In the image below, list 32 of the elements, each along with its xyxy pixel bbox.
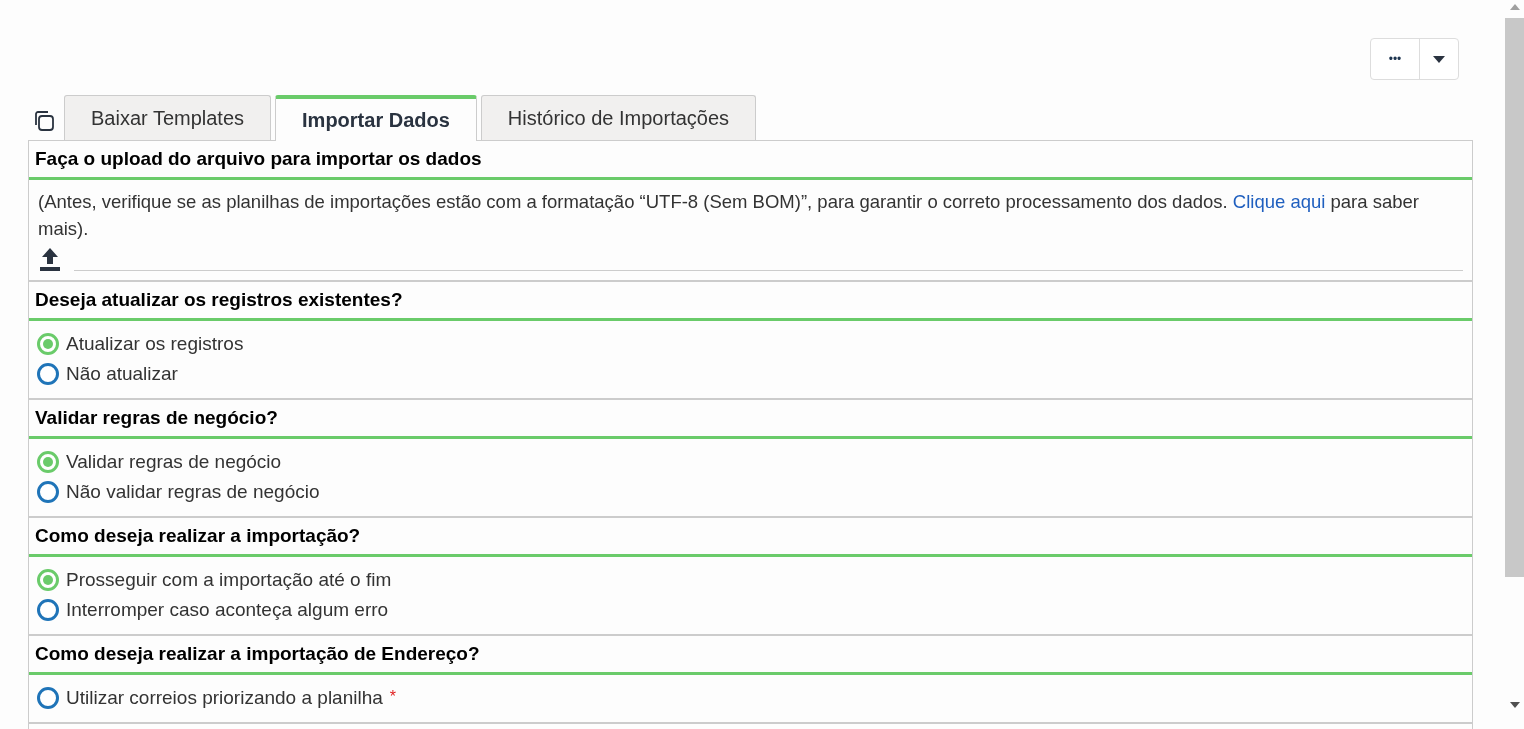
option-label: Atualizar os registros	[66, 331, 244, 356]
scroll-up-icon[interactable]	[1509, 4, 1520, 10]
option-label: Não validar regras de negócio	[66, 479, 320, 504]
option-label: Não atualizar	[66, 361, 178, 386]
copy-icon[interactable]	[32, 108, 56, 133]
tab[interactable]: Importar Dados	[275, 95, 477, 141]
help-link[interactable]: Clique aqui	[1232, 191, 1326, 212]
scroll-down-icon[interactable]	[1509, 702, 1520, 708]
radio-button[interactable]	[37, 687, 59, 709]
radio-button[interactable]	[37, 569, 59, 591]
section-title: Como deseja realizar a importação de Endereço?	[35, 641, 480, 666]
radio-button[interactable]	[37, 451, 59, 473]
scroll-thumb[interactable]	[1505, 18, 1524, 577]
tab[interactable]: Histórico de Importações	[480, 95, 757, 140]
required-mark: *	[389, 687, 397, 707]
upload-icon[interactable]	[38, 246, 62, 272]
section-title: Validar regras de negócio?	[35, 405, 278, 430]
file-input-line[interactable]	[74, 269, 1463, 271]
option-label: Utilizar correios priorizando a planilha	[66, 685, 383, 710]
upload-note: (Antes, verifique se as planilhas de importações estão com a formatação “UTF-8 (Sem BOM)”, para garantir o correto processamento dos dados. Clique aqui para saber mais).	[38, 190, 1420, 241]
section-title: Deseja atualizar os registros existentes?	[35, 287, 403, 312]
radio-button[interactable]	[37, 599, 59, 621]
radio-button[interactable]	[37, 363, 59, 385]
option-label: Prosseguir com a importação até o fim	[66, 567, 392, 592]
option-label: Interromper caso aconteça algum erro	[66, 597, 389, 622]
section-title: Como deseja realizar a importação?	[35, 523, 361, 548]
caret-icon	[1433, 55, 1445, 63]
tab[interactable]: Baixar Templates	[64, 95, 272, 140]
radio-button[interactable]	[37, 481, 59, 503]
section-title: Faça o upload do arquivo para importar os dados	[35, 146, 482, 171]
radio-button[interactable]	[37, 333, 59, 355]
option-label: Validar regras de negócio	[66, 449, 282, 474]
